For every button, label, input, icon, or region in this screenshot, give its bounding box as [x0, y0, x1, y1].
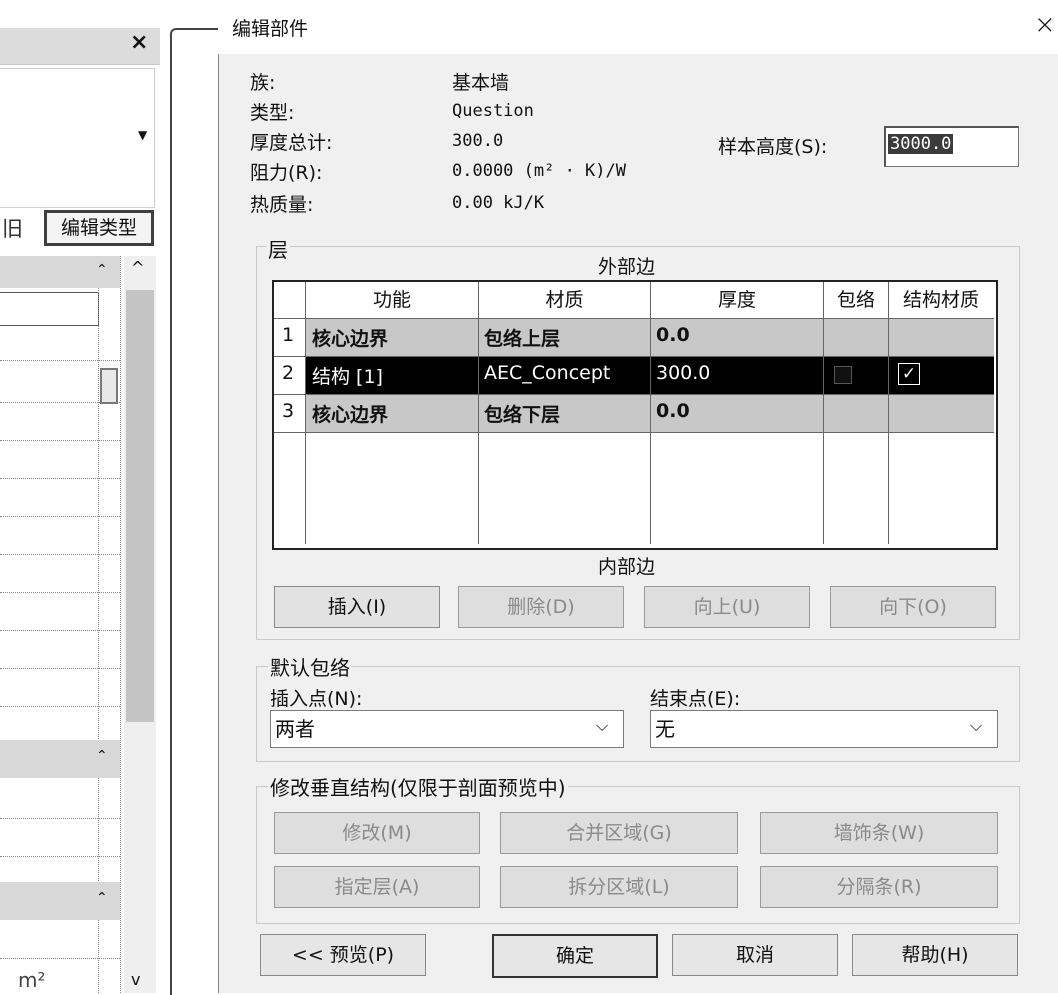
property-row-divider	[0, 516, 120, 517]
column-header-function[interactable]: 功能	[306, 282, 478, 318]
layer-thickness[interactable]: 300.0	[656, 362, 710, 384]
properties-close-icon[interactable]: ×	[130, 30, 148, 55]
type-selector[interactable]	[0, 68, 155, 208]
layer-thickness[interactable]: 0.0	[656, 400, 690, 422]
chevron-down-icon[interactable]: ▼	[138, 128, 147, 142]
table-grid-line	[274, 356, 994, 357]
truncated-label: 旧	[2, 217, 23, 241]
table-grid-line	[888, 282, 889, 544]
row-number: 2	[282, 362, 295, 384]
ok-button[interactable]: 确定	[492, 934, 658, 978]
insert-point-select[interactable]: 两者	[270, 710, 624, 748]
row-number: 3	[282, 400, 295, 422]
thermal-mass-value: 0.00 kJ/K	[452, 193, 545, 213]
close-icon[interactable]: ×	[1034, 10, 1056, 40]
modify-button[interactable]: 修改(M)	[274, 812, 480, 854]
unit-label: m²	[18, 968, 46, 992]
type-label: 类型:	[250, 102, 295, 124]
dialog-titlebar	[218, 0, 1058, 54]
scroll-up-icon[interactable]: ^	[131, 258, 144, 277]
delete-button[interactable]: 删除(D)	[458, 586, 624, 628]
reveals-button[interactable]: 分隔条(R)	[760, 866, 998, 908]
table-grid-line	[650, 282, 651, 544]
column-header-wrap[interactable]: 包络	[824, 282, 888, 318]
property-row-divider	[0, 958, 120, 959]
row-number: 1	[282, 324, 295, 346]
layer-material[interactable]: 包络下层	[484, 400, 560, 427]
vertical-structure-title: 修改垂直结构(仅限于剖面预览中)	[268, 772, 568, 801]
resistance-label: 阻力(R):	[250, 162, 323, 184]
property-row-divider	[0, 554, 120, 555]
table-grid-line	[274, 432, 994, 433]
property-row-divider	[0, 592, 120, 593]
structural-checkbox-checked[interactable]: ✓	[898, 363, 920, 385]
collapse-icon[interactable]: ⌃	[96, 748, 108, 764]
interior-side-label: 内部边	[598, 556, 656, 578]
layer-function[interactable]: 核心边界	[312, 324, 388, 351]
family-label: 族:	[250, 72, 276, 94]
scrollbar-thumb[interactable]	[126, 290, 154, 722]
property-row-divider	[0, 630, 120, 631]
cancel-button[interactable]: 取消	[672, 934, 838, 976]
property-row-divider	[0, 856, 120, 857]
insert-point-value: 两者	[275, 717, 315, 741]
property-row-divider	[0, 706, 120, 707]
end-point-select[interactable]: 无	[650, 710, 998, 748]
column-header-thickness[interactable]: 厚度	[651, 282, 823, 318]
table-grid-line	[274, 394, 994, 395]
layer-material[interactable]: 包络上层	[484, 324, 560, 351]
property-row-divider	[0, 478, 120, 479]
default-wrap-title: 默认包络	[268, 652, 352, 681]
resistance-value: 0.0000 (m² · K)/W	[452, 161, 626, 181]
insert-point-label: 插入点(N):	[270, 688, 363, 710]
move-down-button[interactable]: 向下(O)	[830, 586, 996, 628]
layer-function[interactable]: 核心边界	[312, 400, 388, 427]
collapse-icon[interactable]: ⌃	[96, 262, 108, 278]
family-value: 基本墙	[452, 72, 510, 94]
sample-height-value[interactable]: 3000.0	[888, 134, 954, 154]
help-button[interactable]: 帮助(H)	[852, 934, 1018, 976]
move-up-button[interactable]: 向上(U)	[644, 586, 810, 628]
layers-group-title: 层	[266, 234, 290, 263]
table-grid-line	[823, 282, 824, 544]
exterior-side-label: 外部边	[598, 256, 656, 278]
split-region-button[interactable]: 拆分区域(L)	[500, 866, 738, 908]
property-row-divider	[0, 818, 120, 819]
layer-function[interactable]: 结构 [1]	[312, 362, 383, 389]
table-grid-line	[305, 282, 306, 544]
layer-material[interactable]: AEC_Concept	[484, 362, 610, 384]
preview-button[interactable]: << 预览(P)	[260, 934, 426, 976]
assign-layers-button[interactable]: 指定层(A)	[274, 866, 480, 908]
property-input[interactable]	[0, 292, 99, 326]
chevron-down-icon[interactable]: ⌵	[970, 716, 982, 736]
end-point-label: 结束点(E):	[650, 688, 741, 710]
property-row-divider	[0, 360, 120, 361]
dialog-title: 编辑部件	[232, 18, 309, 40]
chevron-down-icon[interactable]: ⌵	[596, 716, 608, 736]
edit-type-button[interactable]: 编辑类型	[44, 210, 154, 246]
end-point-value: 无	[655, 717, 675, 741]
collapse-icon[interactable]: ⌃	[96, 890, 108, 906]
table-grid-line	[478, 282, 479, 544]
scroll-down-icon[interactable]: v	[131, 970, 140, 989]
total-thickness-label: 厚度总计:	[250, 132, 333, 154]
property-column-divider	[120, 256, 121, 993]
total-thickness-value: 300.0	[452, 131, 504, 151]
table-grid-line	[274, 318, 994, 319]
column-header-structural[interactable]: 结构材质	[889, 282, 993, 318]
column-header-material[interactable]: 材质	[479, 282, 650, 318]
sample-height-label: 样本高度(S):	[718, 136, 828, 158]
wrap-checkbox[interactable]	[834, 366, 852, 384]
property-row-divider	[0, 668, 120, 669]
type-value: Question	[452, 101, 534, 121]
sweeps-button[interactable]: 墙饰条(W)	[760, 812, 998, 854]
thermal-mass-label: 热质量:	[250, 194, 314, 216]
insert-button[interactable]: 插入(I)	[274, 586, 440, 628]
layer-thickness[interactable]: 0.0	[656, 324, 690, 346]
view-frame	[170, 28, 220, 995]
property-value-button[interactable]	[100, 368, 118, 404]
property-row-divider	[0, 440, 120, 441]
merge-regions-button[interactable]: 合并区域(G)	[500, 812, 738, 854]
